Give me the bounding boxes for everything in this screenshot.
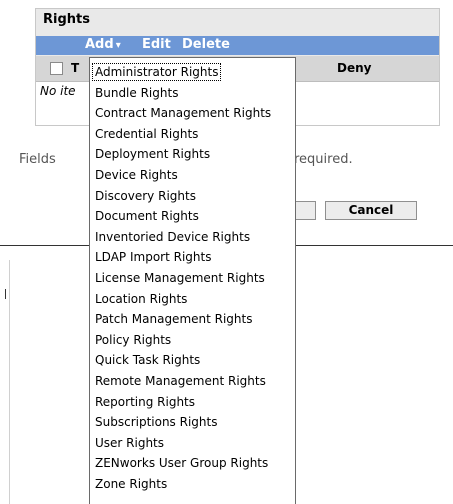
- lower-frame-edge: [9, 260, 10, 504]
- menu-item[interactable]: Credential Rights: [93, 126, 200, 142]
- menu-item[interactable]: Zone Rights: [93, 476, 169, 492]
- rights-toolbar: Add ▾ Edit Delete: [36, 36, 439, 55]
- add-button[interactable]: Add ▾: [85, 37, 121, 52]
- panel-title: Rights: [43, 12, 90, 27]
- menu-item[interactable]: Remote Management Rights: [93, 373, 268, 389]
- select-all-checkbox[interactable]: [50, 62, 63, 75]
- menu-item[interactable]: Administrator Rights: [91, 63, 222, 81]
- menu-item[interactable]: Policy Rights: [93, 332, 173, 348]
- menu-item[interactable]: User Rights: [93, 435, 166, 451]
- menu-item[interactable]: LDAP Import Rights: [93, 249, 213, 265]
- cancel-button[interactable]: Cancel: [325, 201, 417, 220]
- menu-item[interactable]: Device Rights: [93, 167, 180, 183]
- menu-item[interactable]: Subscriptions Rights: [93, 414, 219, 430]
- menu-item[interactable]: ZENworks User Group Rights: [93, 455, 270, 471]
- menu-item[interactable]: Location Rights: [93, 291, 189, 307]
- menu-item[interactable]: Patch Management Rights: [93, 311, 255, 327]
- menu-item[interactable]: Bundle Rights: [93, 85, 180, 101]
- add-rights-dropdown-menu: Administrator Rights Bundle Rights Contrac…: [89, 57, 296, 504]
- column-header-type[interactable]: T: [71, 61, 79, 75]
- required-note-start: Fields: [19, 152, 56, 167]
- scroll-tick: [5, 289, 6, 299]
- menu-item[interactable]: Reporting Rights: [93, 394, 197, 410]
- menu-item[interactable]: Quick Task Rights: [93, 352, 202, 368]
- menu-item[interactable]: Discovery Rights: [93, 188, 198, 204]
- add-label: Add: [85, 37, 114, 52]
- menu-item[interactable]: Deployment Rights: [93, 146, 212, 162]
- menu-item[interactable]: License Management Rights: [93, 270, 267, 286]
- menu-item[interactable]: Inventoried Device Rights: [93, 229, 252, 245]
- chevron-down-icon: ▾: [115, 40, 121, 51]
- empty-message: No ite: [40, 84, 76, 98]
- menu-item[interactable]: Contract Management Rights: [93, 105, 273, 121]
- column-header-deny[interactable]: Deny: [337, 61, 371, 75]
- delete-button[interactable]: Delete: [182, 37, 230, 52]
- menu-item[interactable]: Document Rights: [93, 208, 201, 224]
- required-note-end: required.: [294, 152, 353, 167]
- edit-button[interactable]: Edit: [142, 37, 171, 52]
